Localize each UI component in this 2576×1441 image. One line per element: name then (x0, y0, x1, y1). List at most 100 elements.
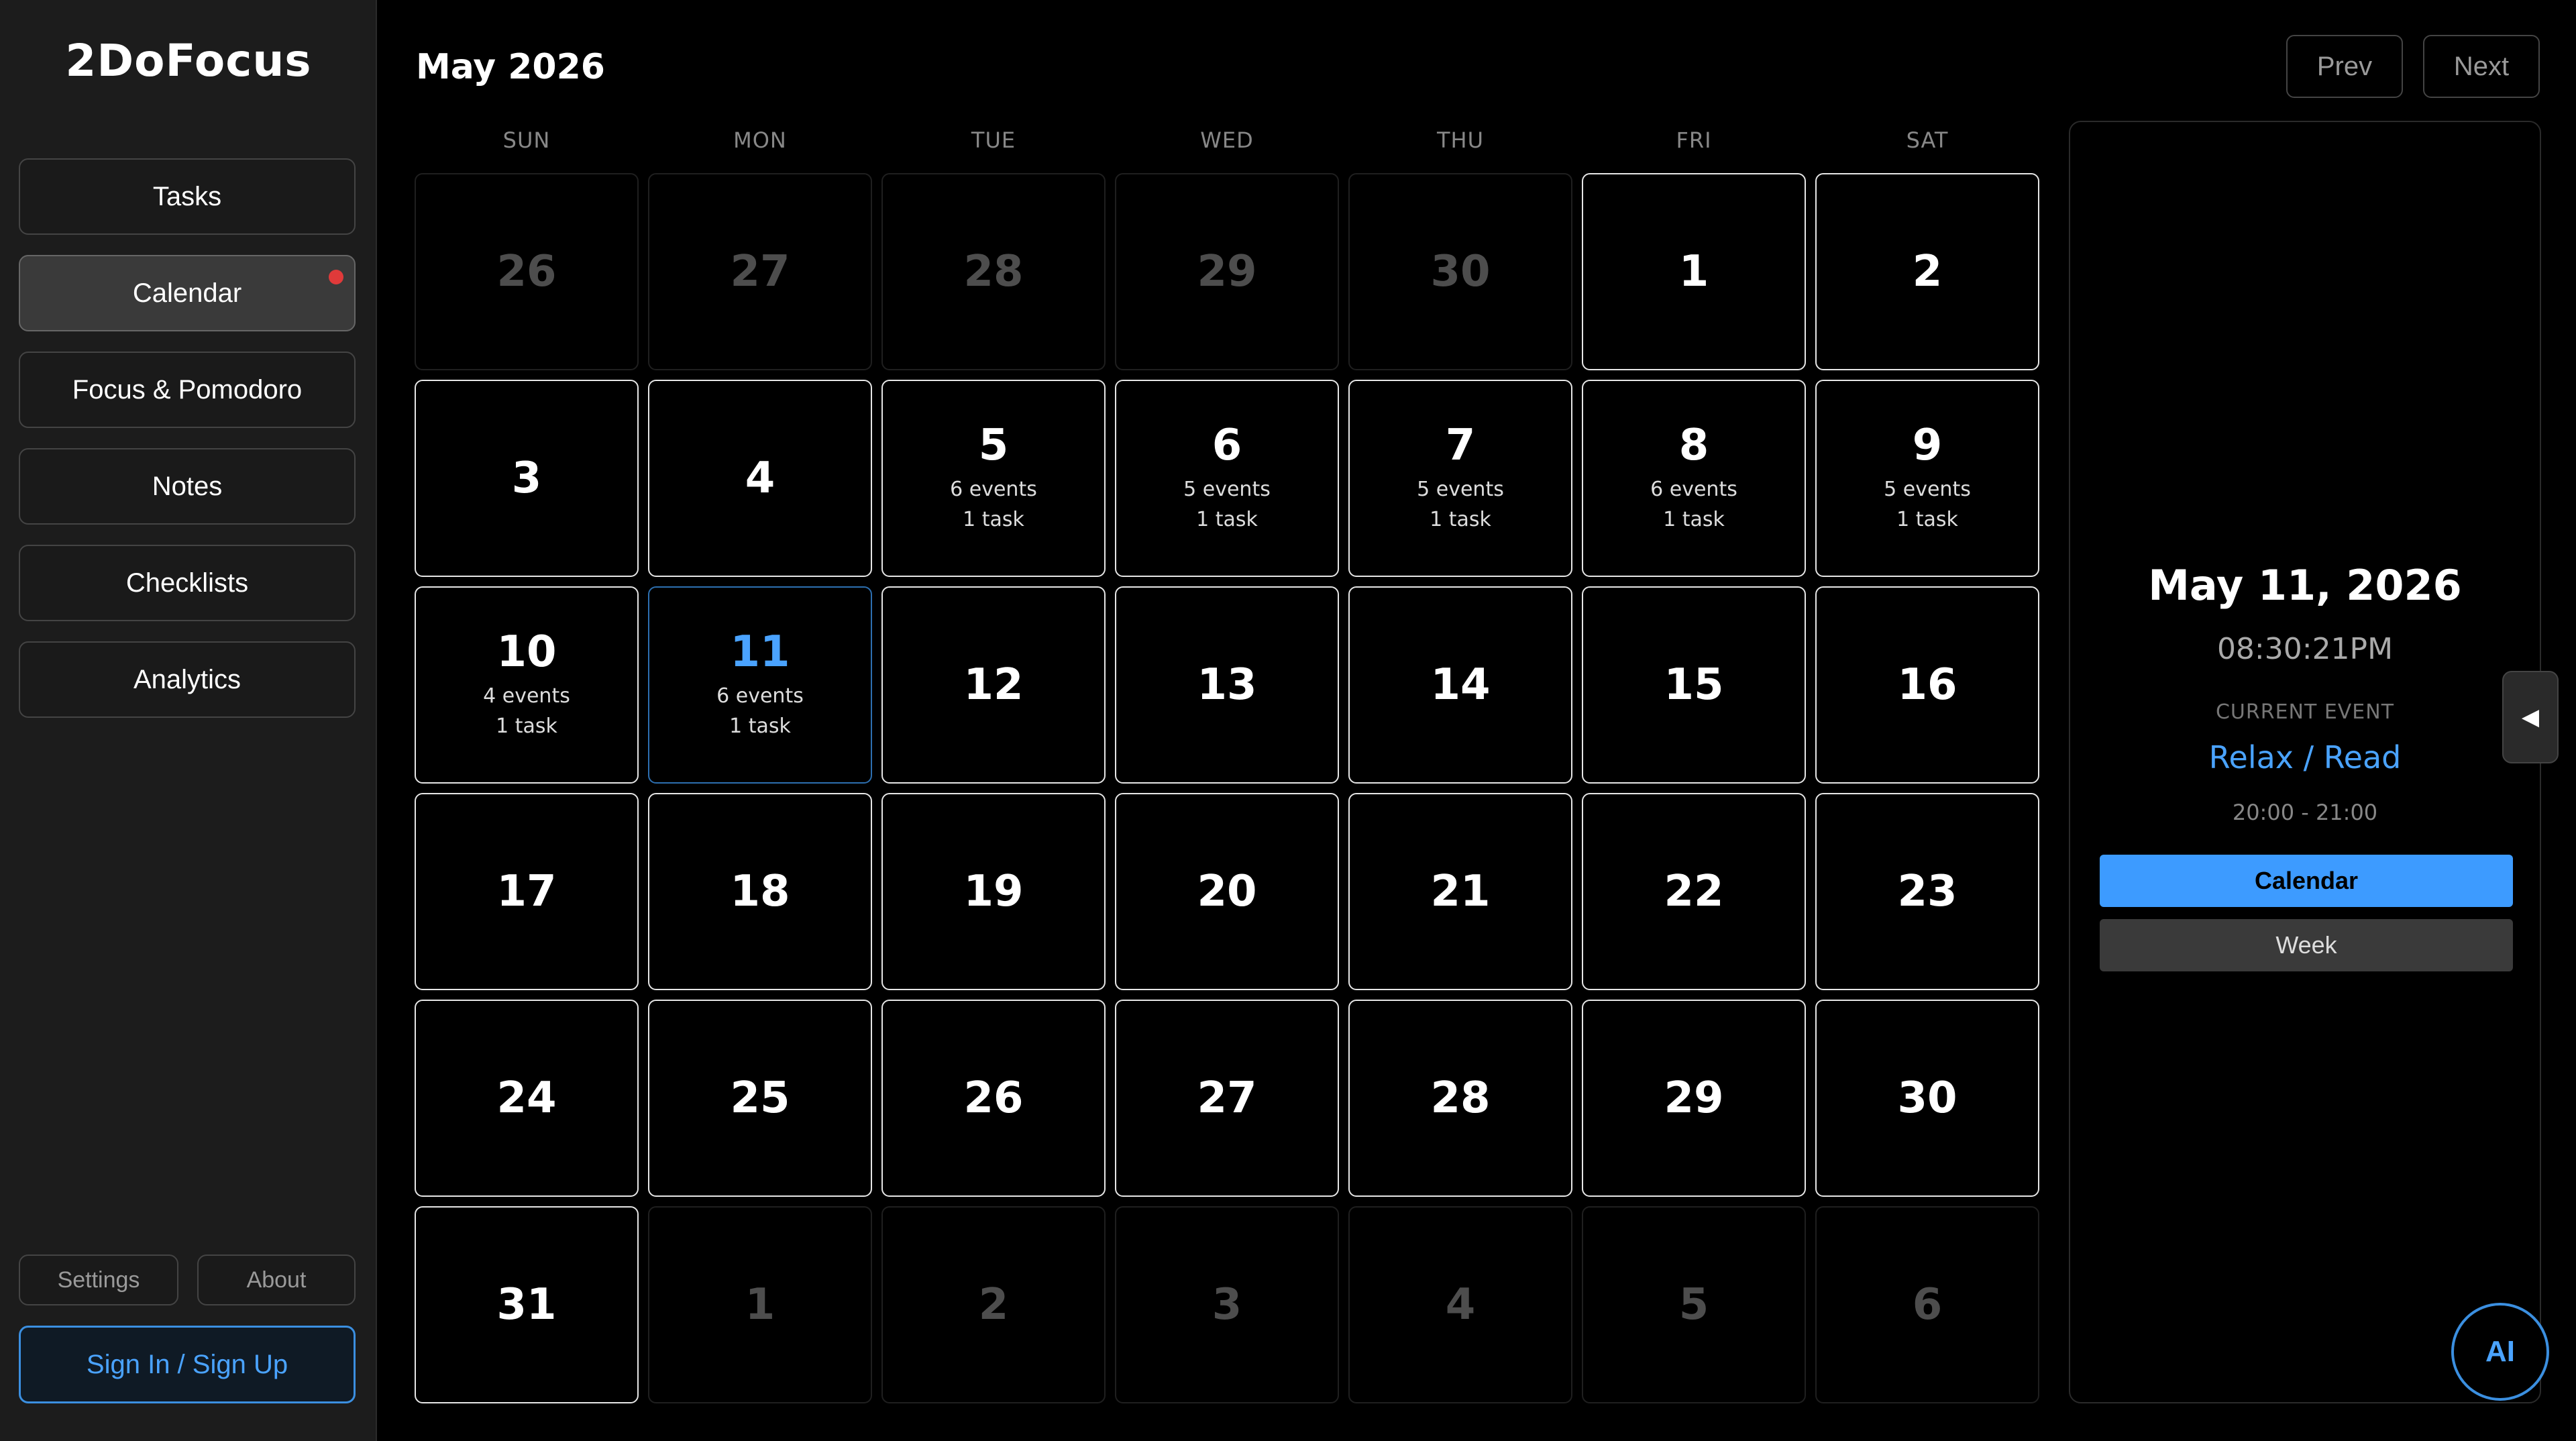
day-summary: 5 events 1 task (1183, 474, 1271, 535)
day-cell-outside-month[interactable]: 27 (648, 173, 872, 370)
day-cell[interactable]: 1 (1582, 173, 1806, 370)
day-cell-outside-month[interactable]: 4 (1348, 1206, 1572, 1403)
day-cell-outside-month[interactable]: 2 (881, 1206, 1106, 1403)
app-title: 2DoFocus (65, 35, 312, 87)
day-number: 19 (963, 866, 1024, 916)
ai-assistant-button[interactable]: AI (2451, 1303, 2549, 1401)
day-cell-outside-month[interactable]: 3 (1115, 1206, 1339, 1403)
weekday-label: SAT (1906, 127, 1949, 153)
event-count: 6 events (716, 684, 804, 708)
day-cell[interactable]: 27 (1115, 1000, 1339, 1197)
day-cell[interactable]: 30 (1815, 1000, 2039, 1197)
sidebar-item-analytics[interactable]: Analytics (19, 641, 356, 718)
day-number: 29 (1197, 246, 1257, 297)
day-cell[interactable]: 29 (1582, 1000, 1806, 1197)
day-cell[interactable]: 28 (1348, 1000, 1572, 1197)
sidebar-item-tasks[interactable]: Tasks (19, 158, 356, 235)
sidebar-item-calendar[interactable]: Calendar (19, 255, 356, 331)
day-cell[interactable]: 23 (1815, 793, 2039, 990)
sidebar-item-notes[interactable]: Notes (19, 448, 356, 525)
settings-button[interactable]: Settings (19, 1255, 178, 1305)
event-count: 4 events (483, 684, 570, 708)
week-view-button[interactable]: Week (2100, 919, 2513, 971)
day-cell-outside-month[interactable]: 26 (415, 173, 639, 370)
current-event-panel: May 11, 2026 08:30:21PM CURRENT EVENT Re… (2069, 121, 2541, 1403)
day-cell[interactable]: 25 (648, 1000, 872, 1197)
day-cell-today[interactable]: 11 6 events 1 task (648, 586, 872, 784)
day-number: 12 (963, 659, 1024, 710)
app-root: 2DoFocus Tasks Calendar Focus & Pomodoro… (0, 0, 2576, 1441)
day-number: 13 (1197, 659, 1257, 710)
next-button[interactable]: Next (2423, 35, 2540, 98)
day-cell[interactable]: 6 5 events 1 task (1115, 380, 1339, 577)
day-cell[interactable]: 2 (1815, 173, 2039, 370)
sign-in-button[interactable]: Sign In / Sign Up (19, 1326, 356, 1403)
day-number: 6 (1912, 1279, 1943, 1330)
collapse-panel-button[interactable]: ◀ (2502, 671, 2559, 763)
day-number: 1 (1678, 246, 1709, 297)
weekday-label: FRI (1676, 127, 1712, 153)
day-cell[interactable]: 26 (881, 1000, 1106, 1197)
sidebar-item-checklists[interactable]: Checklists (19, 545, 356, 621)
task-count: 1 task (1196, 508, 1258, 532)
day-summary: 5 events 1 task (1884, 474, 1971, 535)
calendar-view-button[interactable]: Calendar (2100, 855, 2513, 907)
prev-button[interactable]: Prev (2286, 35, 2403, 98)
month-title: May 2026 (416, 47, 605, 87)
day-cell[interactable]: 22 (1582, 793, 1806, 990)
day-cell-outside-month[interactable]: 28 (881, 173, 1106, 370)
day-cell[interactable]: 21 (1348, 793, 1572, 990)
day-number: 14 (1430, 659, 1491, 710)
day-cell[interactable]: 9 5 events 1 task (1815, 380, 2039, 577)
day-cell[interactable]: 24 (415, 1000, 639, 1197)
day-cell[interactable]: 7 5 events 1 task (1348, 380, 1572, 577)
day-cell-outside-month[interactable]: 6 (1815, 1206, 2039, 1403)
weekday-label: SUN (502, 127, 551, 153)
day-number: 26 (496, 246, 557, 297)
day-number: 15 (1664, 659, 1724, 710)
about-button[interactable]: About (197, 1255, 356, 1305)
day-number: 4 (1445, 1279, 1476, 1330)
day-cell[interactable]: 20 (1115, 793, 1339, 990)
day-number: 23 (1897, 866, 1957, 916)
day-cell[interactable]: 18 (648, 793, 872, 990)
day-number: 30 (1430, 246, 1491, 297)
current-event-name[interactable]: Relax / Read (2070, 739, 2540, 776)
day-cell[interactable]: 13 (1115, 586, 1339, 784)
event-count: 6 events (950, 478, 1037, 502)
task-count: 1 task (1663, 508, 1725, 532)
day-cell-outside-month[interactable]: 30 (1348, 173, 1572, 370)
day-cell[interactable]: 10 4 events 1 task (415, 586, 639, 784)
sidebar-item-focus-pomodoro[interactable]: Focus & Pomodoro (19, 352, 356, 428)
day-number: 28 (1430, 1073, 1491, 1123)
task-count: 1 task (729, 714, 791, 739)
day-cell[interactable]: 31 (415, 1206, 639, 1403)
day-cell[interactable]: 14 (1348, 586, 1572, 784)
day-cell[interactable]: 12 (881, 586, 1106, 784)
day-cell-outside-month[interactable]: 1 (648, 1206, 872, 1403)
day-number: 27 (730, 246, 790, 297)
day-cell[interactable]: 17 (415, 793, 639, 990)
day-cell[interactable]: 3 (415, 380, 639, 577)
weekday-label: MON (733, 127, 787, 153)
day-summary: 6 events 1 task (950, 474, 1037, 535)
day-cell-outside-month[interactable]: 29 (1115, 173, 1339, 370)
notification-dot (329, 270, 343, 284)
task-count: 1 task (496, 714, 557, 739)
day-cell[interactable]: 19 (881, 793, 1106, 990)
day-cell[interactable]: 15 (1582, 586, 1806, 784)
day-number: 10 (496, 627, 557, 677)
event-count: 5 events (1183, 478, 1271, 502)
day-cell[interactable]: 5 6 events 1 task (881, 380, 1106, 577)
day-cell[interactable]: 16 (1815, 586, 2039, 784)
day-number: 22 (1664, 866, 1724, 916)
day-cell[interactable]: 4 (648, 380, 872, 577)
day-cell-outside-month[interactable]: 5 (1582, 1206, 1806, 1403)
day-summary: 6 events 1 task (1650, 474, 1737, 535)
day-number: 7 (1445, 420, 1476, 470)
day-number: 2 (978, 1279, 1009, 1330)
day-cell[interactable]: 8 6 events 1 task (1582, 380, 1806, 577)
day-number: 17 (496, 866, 557, 916)
day-number: 27 (1197, 1073, 1257, 1123)
day-number: 3 (1212, 1279, 1242, 1330)
